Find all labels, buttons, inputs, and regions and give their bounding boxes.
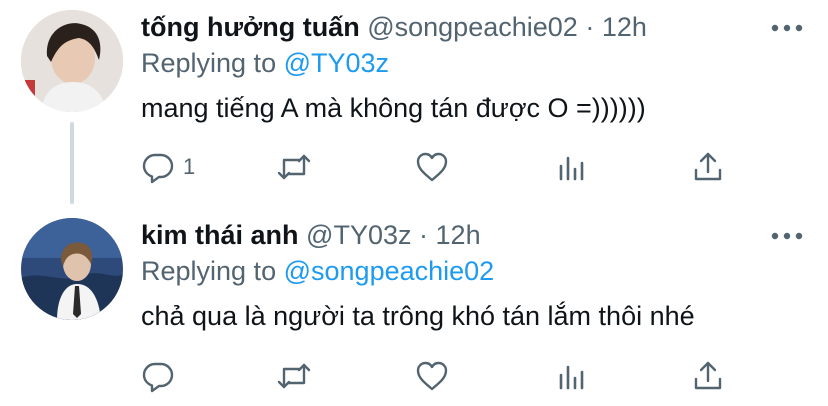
like-button[interactable]	[415, 147, 449, 187]
avatar[interactable]	[21, 10, 123, 112]
timestamp[interactable]: 12h	[436, 220, 481, 250]
share-icon	[694, 361, 722, 390]
share-icon	[694, 152, 722, 181]
replying-to: Replying to @songpeachie02	[141, 255, 494, 287]
replying-to-mention[interactable]: @songpeachie02	[284, 256, 495, 286]
avatar-photo	[21, 218, 123, 320]
tweet-actions	[141, 356, 741, 396]
replying-to-label: Replying to	[141, 48, 277, 78]
timestamp[interactable]: 12h	[602, 12, 647, 42]
tweet-2[interactable]: kim thái anh @TY03z · 12h Replying to @s…	[0, 205, 828, 406]
reply-icon	[142, 153, 174, 184]
display-name[interactable]: kim thái anh	[141, 220, 299, 250]
avatar-photo	[21, 10, 123, 112]
tweet-text: chả qua là người ta trông khó tán lắm th…	[141, 301, 695, 331]
replying-to-mention[interactable]: @TY03z	[284, 48, 389, 78]
reply-icon	[142, 362, 174, 393]
display-name[interactable]: tống hưởng tuấn	[141, 12, 360, 42]
thread-line	[70, 122, 74, 204]
analytics-icon	[559, 156, 584, 181]
tweet-header: kim thái anh @TY03z · 12h	[141, 219, 481, 251]
like-icon	[416, 361, 448, 391]
more-icon[interactable]	[770, 231, 804, 241]
share-button[interactable]	[691, 147, 725, 187]
user-handle[interactable]: @TY03z	[306, 220, 411, 250]
retweet-icon	[277, 363, 311, 389]
reply-button[interactable]: 1	[141, 147, 195, 187]
tweet-1[interactable]: tống hưởng tuấn @songpeachie02 · 12h Rep…	[0, 0, 828, 205]
retweet-button[interactable]	[276, 147, 312, 187]
replying-to: Replying to @TY03z	[141, 47, 389, 79]
like-button[interactable]	[415, 356, 449, 396]
analytics-button[interactable]	[555, 147, 589, 187]
separator-dot: ·	[419, 220, 429, 250]
analytics-button[interactable]	[555, 356, 589, 396]
analytics-icon	[559, 365, 584, 390]
like-icon	[416, 152, 448, 182]
tweet-text: mang tiếng A mà không tán được O =))))))	[141, 93, 646, 123]
separator-dot: ·	[585, 12, 595, 42]
replying-to-label: Replying to	[141, 256, 277, 286]
more-icon[interactable]	[770, 23, 804, 33]
tweet-actions: 1	[141, 147, 741, 187]
reply-count: 1	[183, 154, 196, 179]
reply-button[interactable]	[141, 356, 183, 396]
retweet-icon	[277, 154, 311, 180]
user-handle[interactable]: @songpeachie02	[367, 12, 578, 42]
retweet-button[interactable]	[276, 356, 312, 396]
share-button[interactable]	[691, 356, 725, 396]
avatar[interactable]	[21, 218, 123, 320]
tweet-header: tống hưởng tuấn @songpeachie02 · 12h	[141, 11, 647, 43]
